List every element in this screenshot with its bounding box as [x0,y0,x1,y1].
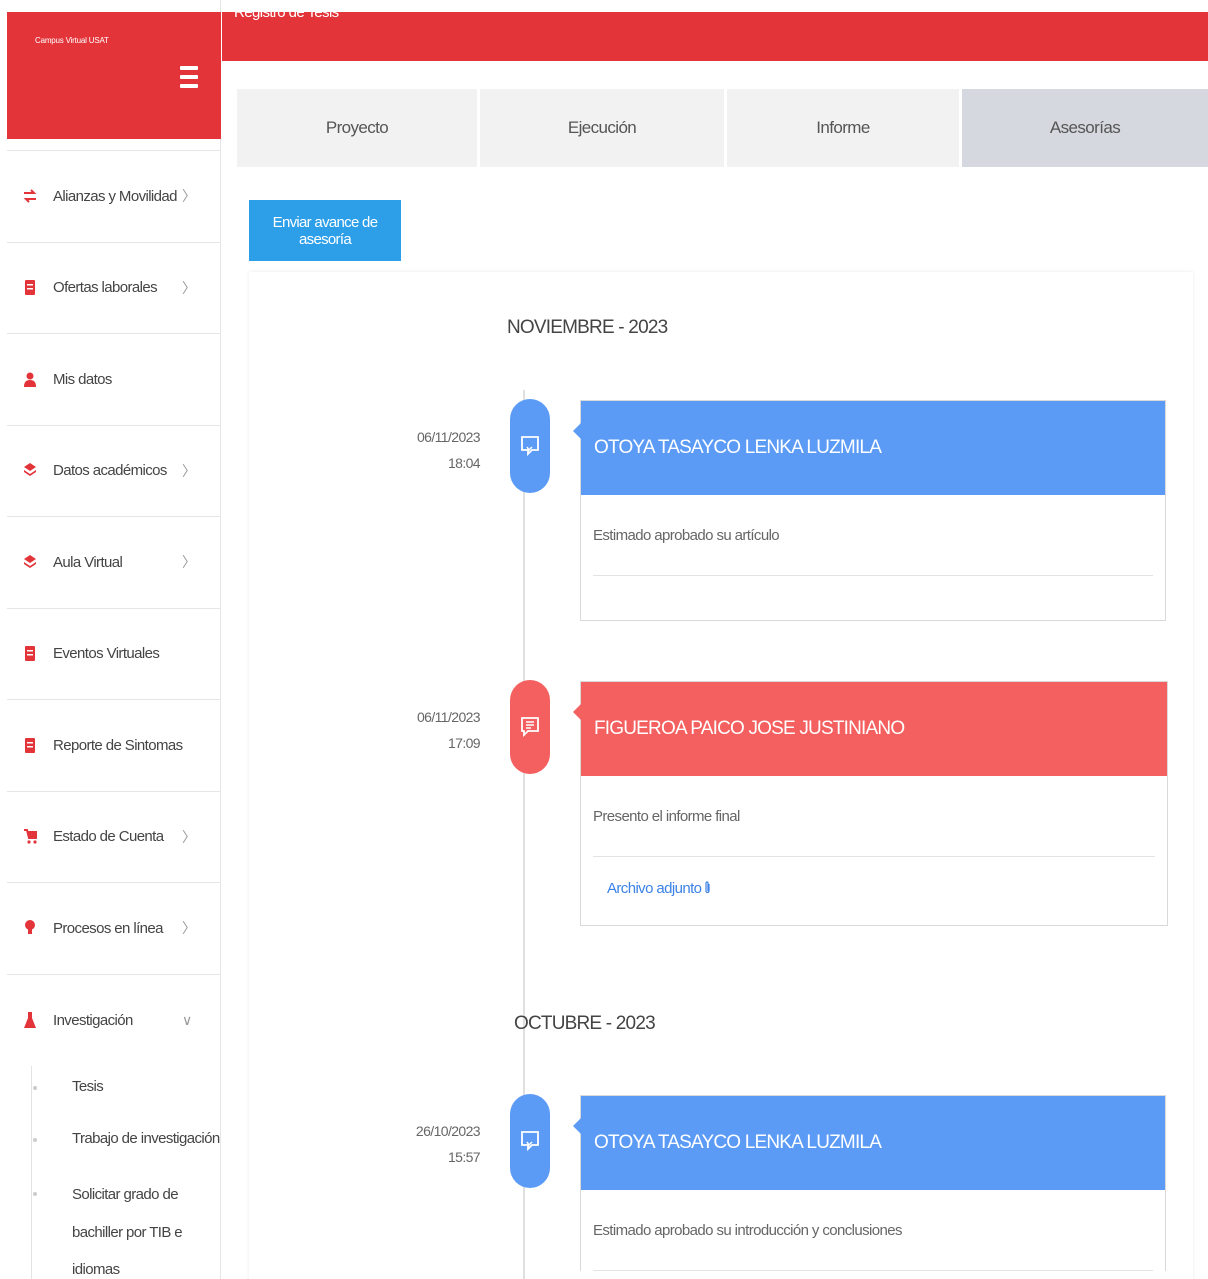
attachment-link[interactable]: Archivo adjunto [593,857,1155,925]
timeline-month-header: OCTUBRE - 2023 [514,1013,656,1034]
timeline-entry-datetime: 26/10/2023 15:57 [360,1119,481,1171]
timeline-entry-time: 17:09 [447,734,481,751]
tab-bar: Proyecto Ejecución Informe Asesorías [237,89,1208,167]
hamburger-menu-icon[interactable] [177,66,201,102]
sidebar-item-label: Ofertas laborales [53,279,158,297]
user-icon [23,371,37,387]
message-icon [510,680,550,774]
sidebar-item-label: Alianzas y Movilidad [53,187,178,205]
sidebar-item-label: Mis datos [53,370,112,388]
timeline-entry-date: 06/11/2023 [416,709,481,725]
chevron-right-icon: 〉 [182,828,196,845]
transfer-icon [23,188,37,204]
timeline-entry-message: Estimado aprobado su introducción y conc… [593,1190,1153,1271]
timeline-month-header: NOVIEMBRE - 2023 [507,317,668,338]
chevron-right-icon: 〉 [182,462,196,479]
tab-asesorias[interactable]: Asesorías [962,89,1208,167]
sidebar-item-datos-academicos[interactable]: Datos académicos 〉 [7,426,221,517]
submenu-investigacion: Tesis Trabajo de investigación Solicitar… [7,1066,221,1279]
document-icon [23,646,37,662]
timeline-entry-datetime: 06/11/2023 18:04 [360,425,481,477]
timeline-entry-date: 26/10/2023 [415,1123,481,1139]
paperclip-icon [704,881,711,895]
timeline-entry-author: OTOYA TASAYCO LENKA LUZMILA [573,1096,1165,1190]
timeline-entry-datetime: 06/11/2023 17:09 [360,705,481,757]
sidebar-item-label: Investigación [53,1011,133,1029]
tab-proyecto[interactable]: Proyecto [237,89,480,167]
sidebar-subitem-label: Trabajo de investigación [72,1130,220,1147]
chat-bubble-icon [510,1094,550,1188]
timeline-entry-time: 18:04 [447,454,481,471]
document-icon [23,737,37,753]
timeline-entry-author: OTOYA TASAYCO LENKA LUZMILA [573,401,1165,495]
attachment-label: Archivo adjunto [607,879,702,897]
layers-icon [23,554,37,570]
sidebar-item-label: Eventos Virtuales [53,645,160,663]
timeline-entry-card: FIGUEROA PAICO JOSE JUSTINIANO Presento … [573,681,1168,926]
sidebar-item-reporte-sintomas[interactable]: Reporte de Sintomas [7,700,221,792]
sidebar-subitem-trabajo-investigacion[interactable]: Trabajo de investigación [7,1116,221,1170]
timeline-entry-footer [593,576,1153,620]
sidebar-subitem-tesis[interactable]: Tesis [7,1066,221,1116]
sidebar-item-label: Aula Virtual [53,553,123,571]
sidebar-header: Campus Virtual USAT [7,12,221,139]
sidebar-item-label: Procesos en línea [53,919,163,937]
tab-ejecucion[interactable]: Ejecución [480,89,727,167]
sidebar-item-alianzas[interactable]: Alianzas y Movilidad 〉 [7,151,221,243]
sidebar-item-procesos-linea[interactable]: Procesos en línea 〉 [7,883,221,975]
sidebar-item-mis-datos[interactable]: Mis datos [7,334,221,426]
sidebar-item-label: Estado de Cuenta [53,828,164,846]
sidebar-subitem-label: Solicitar grado de bachiller por TIB e i… [72,1186,183,1278]
timeline-entry-card: OTOYA TASAYCO LENKA LUZMILA Estimado apr… [573,400,1166,621]
chevron-right-icon: 〉 [182,920,196,937]
bullet-dot [33,1192,37,1196]
chevron-right-icon: 〉 [182,279,196,296]
sidebar-item-label: Datos académicos [53,462,167,480]
top-bar: Registro de Tesis [222,4,1208,61]
send-progress-button[interactable]: Enviar avance de asesoría [249,200,401,261]
flask-icon [23,1012,37,1029]
page-title: Registro de Tesis [234,4,339,21]
brand-logo-text[interactable]: Campus Virtual USAT [35,36,109,45]
bullet-dot [33,1138,37,1142]
timeline-entry-author: FIGUEROA PAICO JOSE JUSTINIANO [573,682,1167,776]
chevron-right-icon: 〉 [182,188,196,205]
document-icon [23,280,37,296]
chevron-right-icon: 〉 [182,554,196,571]
lightbulb-icon [23,920,37,936]
sidebar-subitem-label: Tesis [72,1078,104,1095]
sidebar-item-eventos-virtuales[interactable]: Eventos Virtuales [7,609,221,700]
timeline-entry-message: Presento el informe final [593,776,1155,857]
timeline-entry-time: 15:57 [447,1148,481,1165]
tab-informe[interactable]: Informe [727,89,962,167]
sidebar-item-label: Reporte de Sintomas [53,736,183,754]
sidebar-item-estado-cuenta[interactable]: Estado de Cuenta 〉 [7,792,221,883]
timeline-entry-card: OTOYA TASAYCO LENKA LUZMILA Estimado apr… [573,1095,1166,1271]
chevron-down-icon: ∨ [182,1011,192,1028]
sidebar-subitem-grado-bachiller[interactable]: Solicitar grado de bachiller por TIB e i… [7,1170,221,1279]
timeline-entry-message: Estimado aprobado su artículo [593,495,1153,576]
sidebar-item-ofertas[interactable]: Ofertas laborales 〉 [7,243,221,334]
timeline-entry-date: 06/11/2023 [416,429,481,445]
sidebar-menu: Alianzas y Movilidad 〉 Ofertas laborales… [7,150,221,1066]
cart-icon [23,829,37,845]
layers-icon [23,463,37,479]
sidebar-item-investigacion[interactable]: Investigación ∨ [7,975,221,1067]
chat-bubble-icon [510,399,550,493]
sidebar: Campus Virtual USAT Alianzas y Movilidad… [0,0,221,1279]
sidebar-item-aula-virtual[interactable]: Aula Virtual 〉 [7,517,221,609]
bullet-dot [33,1086,37,1090]
